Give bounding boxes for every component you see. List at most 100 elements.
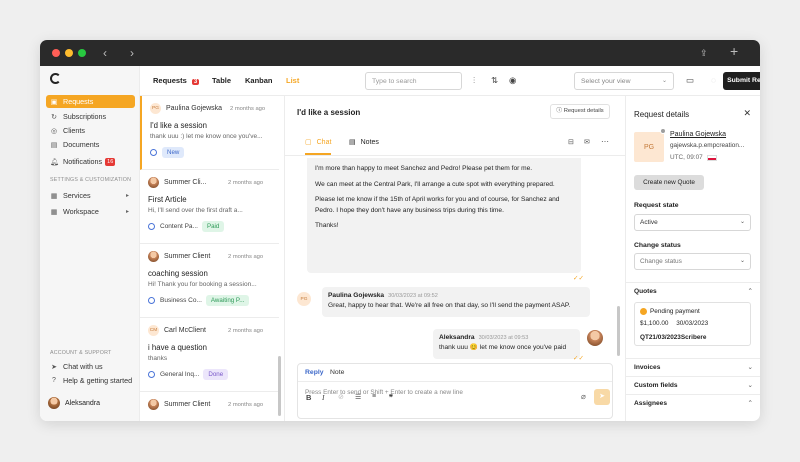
- timestamp: 2 months ago: [230, 106, 266, 112]
- more-options-icon[interactable]: ⋯: [601, 137, 609, 146]
- settings-icon[interactable]: ◌: [711, 75, 716, 85]
- timestamp: 2 months ago: [228, 254, 264, 260]
- chevron-down-icon: ⌄: [739, 219, 745, 225]
- document-icon: ▤: [50, 141, 58, 149]
- list-item[interactable]: Summer Cli... 2 months ago First Article…: [140, 170, 279, 244]
- request-details-panel: Request details ✕ PG Paulina Gojewska ga…: [625, 96, 760, 421]
- view-select[interactable]: Select your view ⌄: [574, 72, 674, 90]
- submit-request-button[interactable]: Submit Request: [723, 72, 760, 90]
- request-state-select[interactable]: Active ⌄: [634, 214, 751, 231]
- quote-status: Pending payment: [640, 308, 700, 315]
- assignees-section-header[interactable]: Assignees ⌃: [626, 394, 760, 412]
- change-status-select[interactable]: Change status ⌄: [634, 253, 751, 270]
- share-icon[interactable]: ⇪: [700, 45, 708, 61]
- status-circle-icon: [148, 371, 155, 378]
- refresh-icon: ↻: [51, 113, 57, 121]
- list-scrollbar[interactable]: [278, 356, 281, 416]
- sidebar-item-notifications[interactable]: 🔔︎ Notifications 16: [46, 155, 135, 168]
- client-name-link[interactable]: Paulina Gojewska: [670, 131, 726, 138]
- numbered-list-icon[interactable]: ≡: [372, 393, 376, 400]
- list-item[interactable]: Summer Client 2 months ago: [140, 392, 279, 421]
- tab-chat[interactable]: ▢ Chat: [305, 138, 332, 155]
- sidebar-item-workspace[interactable]: ▦ Workspace ▸: [46, 205, 135, 218]
- list-item[interactable]: CM Carl McClient 2 months ago i have a q…: [140, 318, 279, 392]
- status-badge: New: [162, 147, 185, 158]
- sidebar-item-documents[interactable]: ▤ Documents: [46, 138, 135, 151]
- bullet-list-icon[interactable]: ☰: [355, 393, 361, 401]
- avatar: PG: [150, 103, 161, 114]
- back-icon[interactable]: ‹: [103, 45, 107, 61]
- archive-icon[interactable]: ⊟: [568, 138, 574, 146]
- user-circle-icon[interactable]: ◉: [509, 75, 516, 86]
- info-icon: ⓘ: [556, 108, 563, 114]
- chevron-up-icon: ⌃: [747, 288, 753, 295]
- chat-icon: ▢: [305, 139, 312, 146]
- new-tab-icon[interactable]: +: [730, 43, 738, 59]
- status-badge: Paid: [201, 221, 225, 232]
- sidebar-item-help[interactable]: ? Help & getting started: [46, 374, 135, 387]
- quote-amount-date: $1,100.00 30/03/2023: [640, 320, 709, 327]
- create-quote-button[interactable]: Create new Quote: [634, 175, 704, 190]
- sidebar-item-requests[interactable]: ▣ Requests: [46, 95, 135, 108]
- invoices-section-header[interactable]: Invoices ⌄: [626, 358, 760, 376]
- request-title: coaching session: [148, 269, 208, 278]
- sidebar-item-subscriptions[interactable]: ↻ Subscriptions: [46, 110, 135, 123]
- minimize-window-button[interactable]: [65, 49, 73, 57]
- message-input[interactable]: Press Enter to send or Shift + Enter to …: [305, 389, 605, 396]
- avatar: [148, 399, 159, 410]
- filter-icon[interactable]: ⫶: [473, 75, 475, 86]
- tab-list[interactable]: List: [286, 76, 299, 85]
- message-preview: Hi, I'll send over the first draft a...: [148, 207, 243, 214]
- message-bubble: Aleksandra 30/03/2023 at 09:53 thank uuu …: [433, 329, 580, 359]
- mail-icon[interactable]: ✉: [584, 138, 590, 146]
- sidebar-item-services[interactable]: ▦ Services ▸: [46, 189, 135, 202]
- request-tags: Business Co... Awaiting P...: [148, 295, 250, 306]
- quote-icon[interactable]: ❞: [389, 393, 393, 402]
- client-avatar: PG: [634, 132, 664, 162]
- message-bubble: Paulina Gojewska 30/03/2023 at 09:52 Grea…: [322, 287, 590, 317]
- list-item[interactable]: Summer Client 2 months ago coaching sess…: [140, 244, 279, 318]
- request-details-button[interactable]: ⓘ Request details: [550, 104, 610, 119]
- tab-reply[interactable]: Reply: [305, 369, 324, 376]
- user-name: Aleksandra: [65, 400, 101, 407]
- user-avatar[interactable]: [48, 397, 60, 409]
- close-icon[interactable]: ✕: [743, 108, 751, 119]
- bold-icon[interactable]: B: [306, 393, 311, 402]
- sidebar-item-clients[interactable]: ◎ Clients: [46, 124, 135, 137]
- link-icon[interactable]: ⊘: [338, 393, 344, 401]
- tab-kanban[interactable]: Kanban: [245, 76, 273, 85]
- list-item[interactable]: PG Paulina Gojewska 2 months ago I'd lik…: [140, 96, 279, 170]
- send-button[interactable]: ➤: [594, 389, 610, 405]
- client-name: Summer Cli...: [164, 179, 207, 186]
- requests-count-badge: 3: [191, 79, 200, 85]
- search-input[interactable]: Type to search: [365, 72, 462, 90]
- grid-icon: ▦: [50, 192, 58, 200]
- status-badge: Done: [203, 369, 229, 380]
- service-name: Business Co...: [160, 297, 202, 304]
- presence-dot: [660, 128, 666, 134]
- status-circle-icon: [148, 297, 155, 304]
- request-title: First Article: [148, 195, 187, 204]
- request-tags: General Inq... Done: [148, 369, 229, 380]
- quotes-section-header[interactable]: Quotes ⌃: [626, 282, 760, 300]
- tab-table[interactable]: Table: [212, 76, 231, 85]
- status-circle-icon: [148, 223, 155, 230]
- forward-icon[interactable]: ›: [130, 45, 134, 61]
- client-email: gajewska.p.empcreation...: [670, 142, 745, 149]
- request-title: I'd like a session: [150, 121, 207, 130]
- maximize-window-button[interactable]: [78, 49, 86, 57]
- italic-icon[interactable]: I: [322, 393, 325, 402]
- quote-card[interactable]: Pending payment $1,100.00 30/03/2023 QT2…: [634, 302, 751, 346]
- custom-fields-section-header[interactable]: Custom fields ⌄: [626, 376, 760, 394]
- close-window-button[interactable]: [52, 49, 60, 57]
- attachment-icon[interactable]: ⌀: [581, 392, 586, 401]
- sidebar-item-chat-with-us[interactable]: ➤ Chat with us: [46, 360, 135, 373]
- tab-notes[interactable]: ▤ Notes: [349, 138, 379, 147]
- chat-scrollbar[interactable]: [617, 306, 620, 356]
- layout-icon[interactable]: ▭: [686, 75, 694, 86]
- tab-note[interactable]: Note: [330, 369, 344, 376]
- sort-icon[interactable]: ⇅: [491, 75, 498, 86]
- read-receipt-icon: ✓✓: [573, 275, 584, 282]
- tab-requests[interactable]: Requests 3: [153, 76, 200, 86]
- client-name: Summer Client: [164, 253, 211, 260]
